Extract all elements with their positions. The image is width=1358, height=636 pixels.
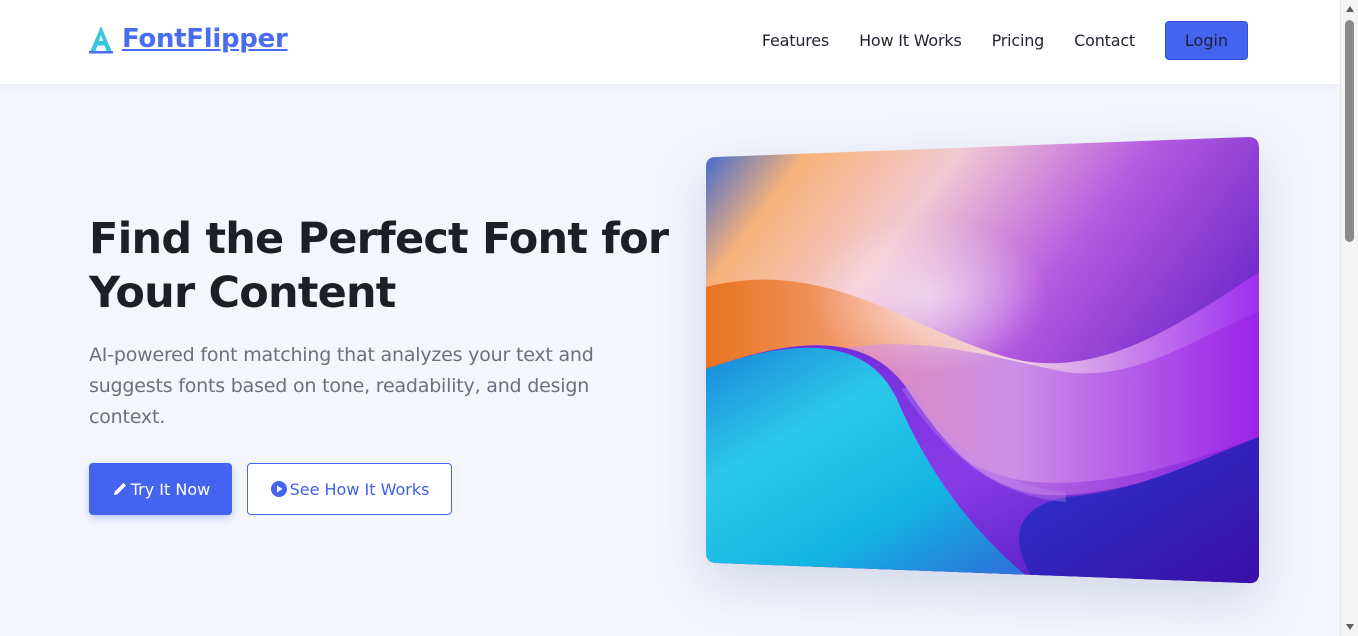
brand-logo[interactable]: FontFlipper <box>88 24 288 54</box>
nav-item-contact[interactable]: Contact <box>1074 31 1135 50</box>
scroll-down-arrow-icon[interactable] <box>1346 624 1354 630</box>
try-it-now-label: Try It Now <box>130 479 211 499</box>
scroll-thumb[interactable] <box>1345 20 1354 242</box>
site-header: FontFlipper Features How It Works Pricin… <box>0 0 1340 84</box>
hero-image <box>706 137 1259 584</box>
play-circle-icon <box>270 481 287 497</box>
scroll-up-arrow-icon[interactable] <box>1346 6 1354 12</box>
brand-name: FontFlipper <box>122 24 288 54</box>
hero-title: Find the Perfect Font for Your Content <box>89 214 669 318</box>
vertical-scrollbar[interactable] <box>1340 0 1358 636</box>
nav-item-how-it-works[interactable]: How It Works <box>859 31 962 50</box>
main-nav: Features How It Works Pricing Contact Lo… <box>762 21 1248 60</box>
letter-a-icon <box>89 26 113 54</box>
see-how-it-works-button[interactable]: See How It Works <box>247 463 452 515</box>
hero-subtitle: AI-powered font matching that analyzes y… <box>89 344 594 428</box>
pencil-icon <box>113 482 126 495</box>
try-it-now-button[interactable]: Try It Now <box>89 463 232 515</box>
nav-item-features[interactable]: Features <box>762 31 829 50</box>
abstract-gradient-wave-image <box>706 137 1259 584</box>
login-button[interactable]: Login <box>1165 21 1248 60</box>
see-how-it-works-label: See How It Works <box>289 479 430 499</box>
nav-item-pricing[interactable]: Pricing <box>992 31 1045 50</box>
